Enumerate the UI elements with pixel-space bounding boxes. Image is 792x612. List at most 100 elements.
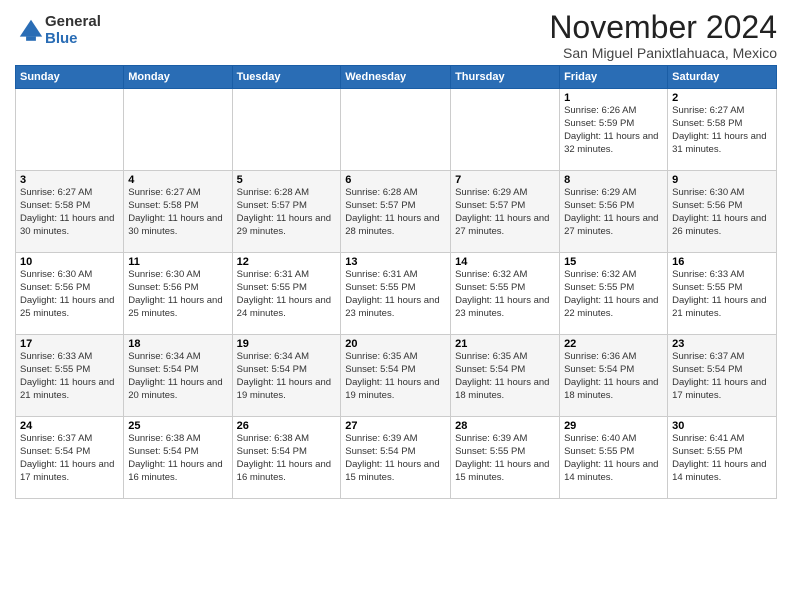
day-info: Sunrise: 6:37 AM Sunset: 5:54 PM Dayligh…	[672, 351, 772, 402]
day-number: 29	[564, 420, 663, 432]
calendar-cell: 28Sunrise: 6:39 AM Sunset: 5:55 PM Dayli…	[451, 417, 560, 499]
calendar-week-4: 17Sunrise: 6:33 AM Sunset: 5:55 PM Dayli…	[16, 335, 777, 417]
calendar-header-tuesday: Tuesday	[232, 66, 341, 89]
day-info: Sunrise: 6:36 AM Sunset: 5:54 PM Dayligh…	[564, 351, 663, 402]
calendar-cell	[451, 89, 560, 171]
day-number: 8	[564, 174, 663, 186]
calendar-week-3: 10Sunrise: 6:30 AM Sunset: 5:56 PM Dayli…	[16, 253, 777, 335]
calendar-cell: 15Sunrise: 6:32 AM Sunset: 5:55 PM Dayli…	[560, 253, 668, 335]
day-info: Sunrise: 6:27 AM Sunset: 5:58 PM Dayligh…	[672, 105, 772, 156]
day-number: 10	[20, 256, 119, 268]
day-info: Sunrise: 6:30 AM Sunset: 5:56 PM Dayligh…	[20, 269, 119, 320]
day-info: Sunrise: 6:38 AM Sunset: 5:54 PM Dayligh…	[237, 433, 337, 484]
day-info: Sunrise: 6:31 AM Sunset: 5:55 PM Dayligh…	[345, 269, 446, 320]
logo: General Blue	[15, 14, 101, 47]
day-info: Sunrise: 6:34 AM Sunset: 5:54 PM Dayligh…	[237, 351, 337, 402]
calendar-cell	[232, 89, 341, 171]
calendar-cell	[16, 89, 124, 171]
calendar-cell: 30Sunrise: 6:41 AM Sunset: 5:55 PM Dayli…	[668, 417, 777, 499]
calendar-cell	[124, 89, 232, 171]
calendar-cell	[341, 89, 451, 171]
day-info: Sunrise: 6:29 AM Sunset: 5:56 PM Dayligh…	[564, 187, 663, 238]
day-number: 9	[672, 174, 772, 186]
day-number: 24	[20, 420, 119, 432]
day-number: 17	[20, 338, 119, 350]
calendar-cell: 21Sunrise: 6:35 AM Sunset: 5:54 PM Dayli…	[451, 335, 560, 417]
day-info: Sunrise: 6:39 AM Sunset: 5:55 PM Dayligh…	[455, 433, 555, 484]
location-title: San Miguel Panixtlahuaca, Mexico	[549, 45, 777, 61]
day-number: 5	[237, 174, 337, 186]
calendar-header-wednesday: Wednesday	[341, 66, 451, 89]
calendar-cell: 25Sunrise: 6:38 AM Sunset: 5:54 PM Dayli…	[124, 417, 232, 499]
logo-general: General	[45, 14, 101, 31]
day-number: 14	[455, 256, 555, 268]
day-number: 13	[345, 256, 446, 268]
calendar-cell: 11Sunrise: 6:30 AM Sunset: 5:56 PM Dayli…	[124, 253, 232, 335]
day-info: Sunrise: 6:28 AM Sunset: 5:57 PM Dayligh…	[237, 187, 337, 238]
day-info: Sunrise: 6:33 AM Sunset: 5:55 PM Dayligh…	[20, 351, 119, 402]
day-info: Sunrise: 6:32 AM Sunset: 5:55 PM Dayligh…	[455, 269, 555, 320]
day-number: 4	[128, 174, 227, 186]
day-info: Sunrise: 6:30 AM Sunset: 5:56 PM Dayligh…	[128, 269, 227, 320]
calendar-week-5: 24Sunrise: 6:37 AM Sunset: 5:54 PM Dayli…	[16, 417, 777, 499]
day-number: 6	[345, 174, 446, 186]
day-info: Sunrise: 6:27 AM Sunset: 5:58 PM Dayligh…	[20, 187, 119, 238]
day-number: 15	[564, 256, 663, 268]
calendar-header-saturday: Saturday	[668, 66, 777, 89]
calendar-cell: 14Sunrise: 6:32 AM Sunset: 5:55 PM Dayli…	[451, 253, 560, 335]
calendar-cell: 24Sunrise: 6:37 AM Sunset: 5:54 PM Dayli…	[16, 417, 124, 499]
day-info: Sunrise: 6:30 AM Sunset: 5:56 PM Dayligh…	[672, 187, 772, 238]
day-info: Sunrise: 6:38 AM Sunset: 5:54 PM Dayligh…	[128, 433, 227, 484]
calendar-cell: 5Sunrise: 6:28 AM Sunset: 5:57 PM Daylig…	[232, 171, 341, 253]
day-number: 23	[672, 338, 772, 350]
day-info: Sunrise: 6:33 AM Sunset: 5:55 PM Dayligh…	[672, 269, 772, 320]
day-number: 30	[672, 420, 772, 432]
month-title: November 2024	[549, 10, 777, 45]
header: General Blue November 2024 San Miguel Pa…	[15, 10, 777, 61]
calendar-cell: 17Sunrise: 6:33 AM Sunset: 5:55 PM Dayli…	[16, 335, 124, 417]
calendar-cell: 10Sunrise: 6:30 AM Sunset: 5:56 PM Dayli…	[16, 253, 124, 335]
day-number: 2	[672, 92, 772, 104]
calendar-cell: 22Sunrise: 6:36 AM Sunset: 5:54 PM Dayli…	[560, 335, 668, 417]
day-info: Sunrise: 6:27 AM Sunset: 5:58 PM Dayligh…	[128, 187, 227, 238]
day-number: 7	[455, 174, 555, 186]
day-info: Sunrise: 6:35 AM Sunset: 5:54 PM Dayligh…	[455, 351, 555, 402]
day-number: 25	[128, 420, 227, 432]
calendar-cell: 18Sunrise: 6:34 AM Sunset: 5:54 PM Dayli…	[124, 335, 232, 417]
calendar-header-monday: Monday	[124, 66, 232, 89]
calendar-header-friday: Friday	[560, 66, 668, 89]
calendar-cell: 23Sunrise: 6:37 AM Sunset: 5:54 PM Dayli…	[668, 335, 777, 417]
logo-blue: Blue	[45, 31, 101, 48]
day-info: Sunrise: 6:31 AM Sunset: 5:55 PM Dayligh…	[237, 269, 337, 320]
day-number: 20	[345, 338, 446, 350]
day-info: Sunrise: 6:39 AM Sunset: 5:54 PM Dayligh…	[345, 433, 446, 484]
day-info: Sunrise: 6:35 AM Sunset: 5:54 PM Dayligh…	[345, 351, 446, 402]
day-number: 19	[237, 338, 337, 350]
calendar-cell: 26Sunrise: 6:38 AM Sunset: 5:54 PM Dayli…	[232, 417, 341, 499]
day-number: 22	[564, 338, 663, 350]
calendar-cell: 2Sunrise: 6:27 AM Sunset: 5:58 PM Daylig…	[668, 89, 777, 171]
calendar-cell: 4Sunrise: 6:27 AM Sunset: 5:58 PM Daylig…	[124, 171, 232, 253]
calendar-cell: 13Sunrise: 6:31 AM Sunset: 5:55 PM Dayli…	[341, 253, 451, 335]
logo-icon	[17, 17, 45, 45]
day-number: 21	[455, 338, 555, 350]
calendar-header-thursday: Thursday	[451, 66, 560, 89]
calendar-cell: 27Sunrise: 6:39 AM Sunset: 5:54 PM Dayli…	[341, 417, 451, 499]
day-number: 26	[237, 420, 337, 432]
calendar-cell: 19Sunrise: 6:34 AM Sunset: 5:54 PM Dayli…	[232, 335, 341, 417]
calendar-cell: 3Sunrise: 6:27 AM Sunset: 5:58 PM Daylig…	[16, 171, 124, 253]
day-number: 1	[564, 92, 663, 104]
calendar-cell: 16Sunrise: 6:33 AM Sunset: 5:55 PM Dayli…	[668, 253, 777, 335]
calendar-cell: 8Sunrise: 6:29 AM Sunset: 5:56 PM Daylig…	[560, 171, 668, 253]
calendar-cell: 6Sunrise: 6:28 AM Sunset: 5:57 PM Daylig…	[341, 171, 451, 253]
day-info: Sunrise: 6:37 AM Sunset: 5:54 PM Dayligh…	[20, 433, 119, 484]
day-info: Sunrise: 6:26 AM Sunset: 5:59 PM Dayligh…	[564, 105, 663, 156]
calendar-header-row: SundayMondayTuesdayWednesdayThursdayFrid…	[16, 66, 777, 89]
page-container: General Blue November 2024 San Miguel Pa…	[0, 0, 792, 504]
logo-text: General Blue	[45, 14, 101, 47]
calendar-header-sunday: Sunday	[16, 66, 124, 89]
calendar-week-2: 3Sunrise: 6:27 AM Sunset: 5:58 PM Daylig…	[16, 171, 777, 253]
day-info: Sunrise: 6:32 AM Sunset: 5:55 PM Dayligh…	[564, 269, 663, 320]
day-number: 16	[672, 256, 772, 268]
day-number: 11	[128, 256, 227, 268]
